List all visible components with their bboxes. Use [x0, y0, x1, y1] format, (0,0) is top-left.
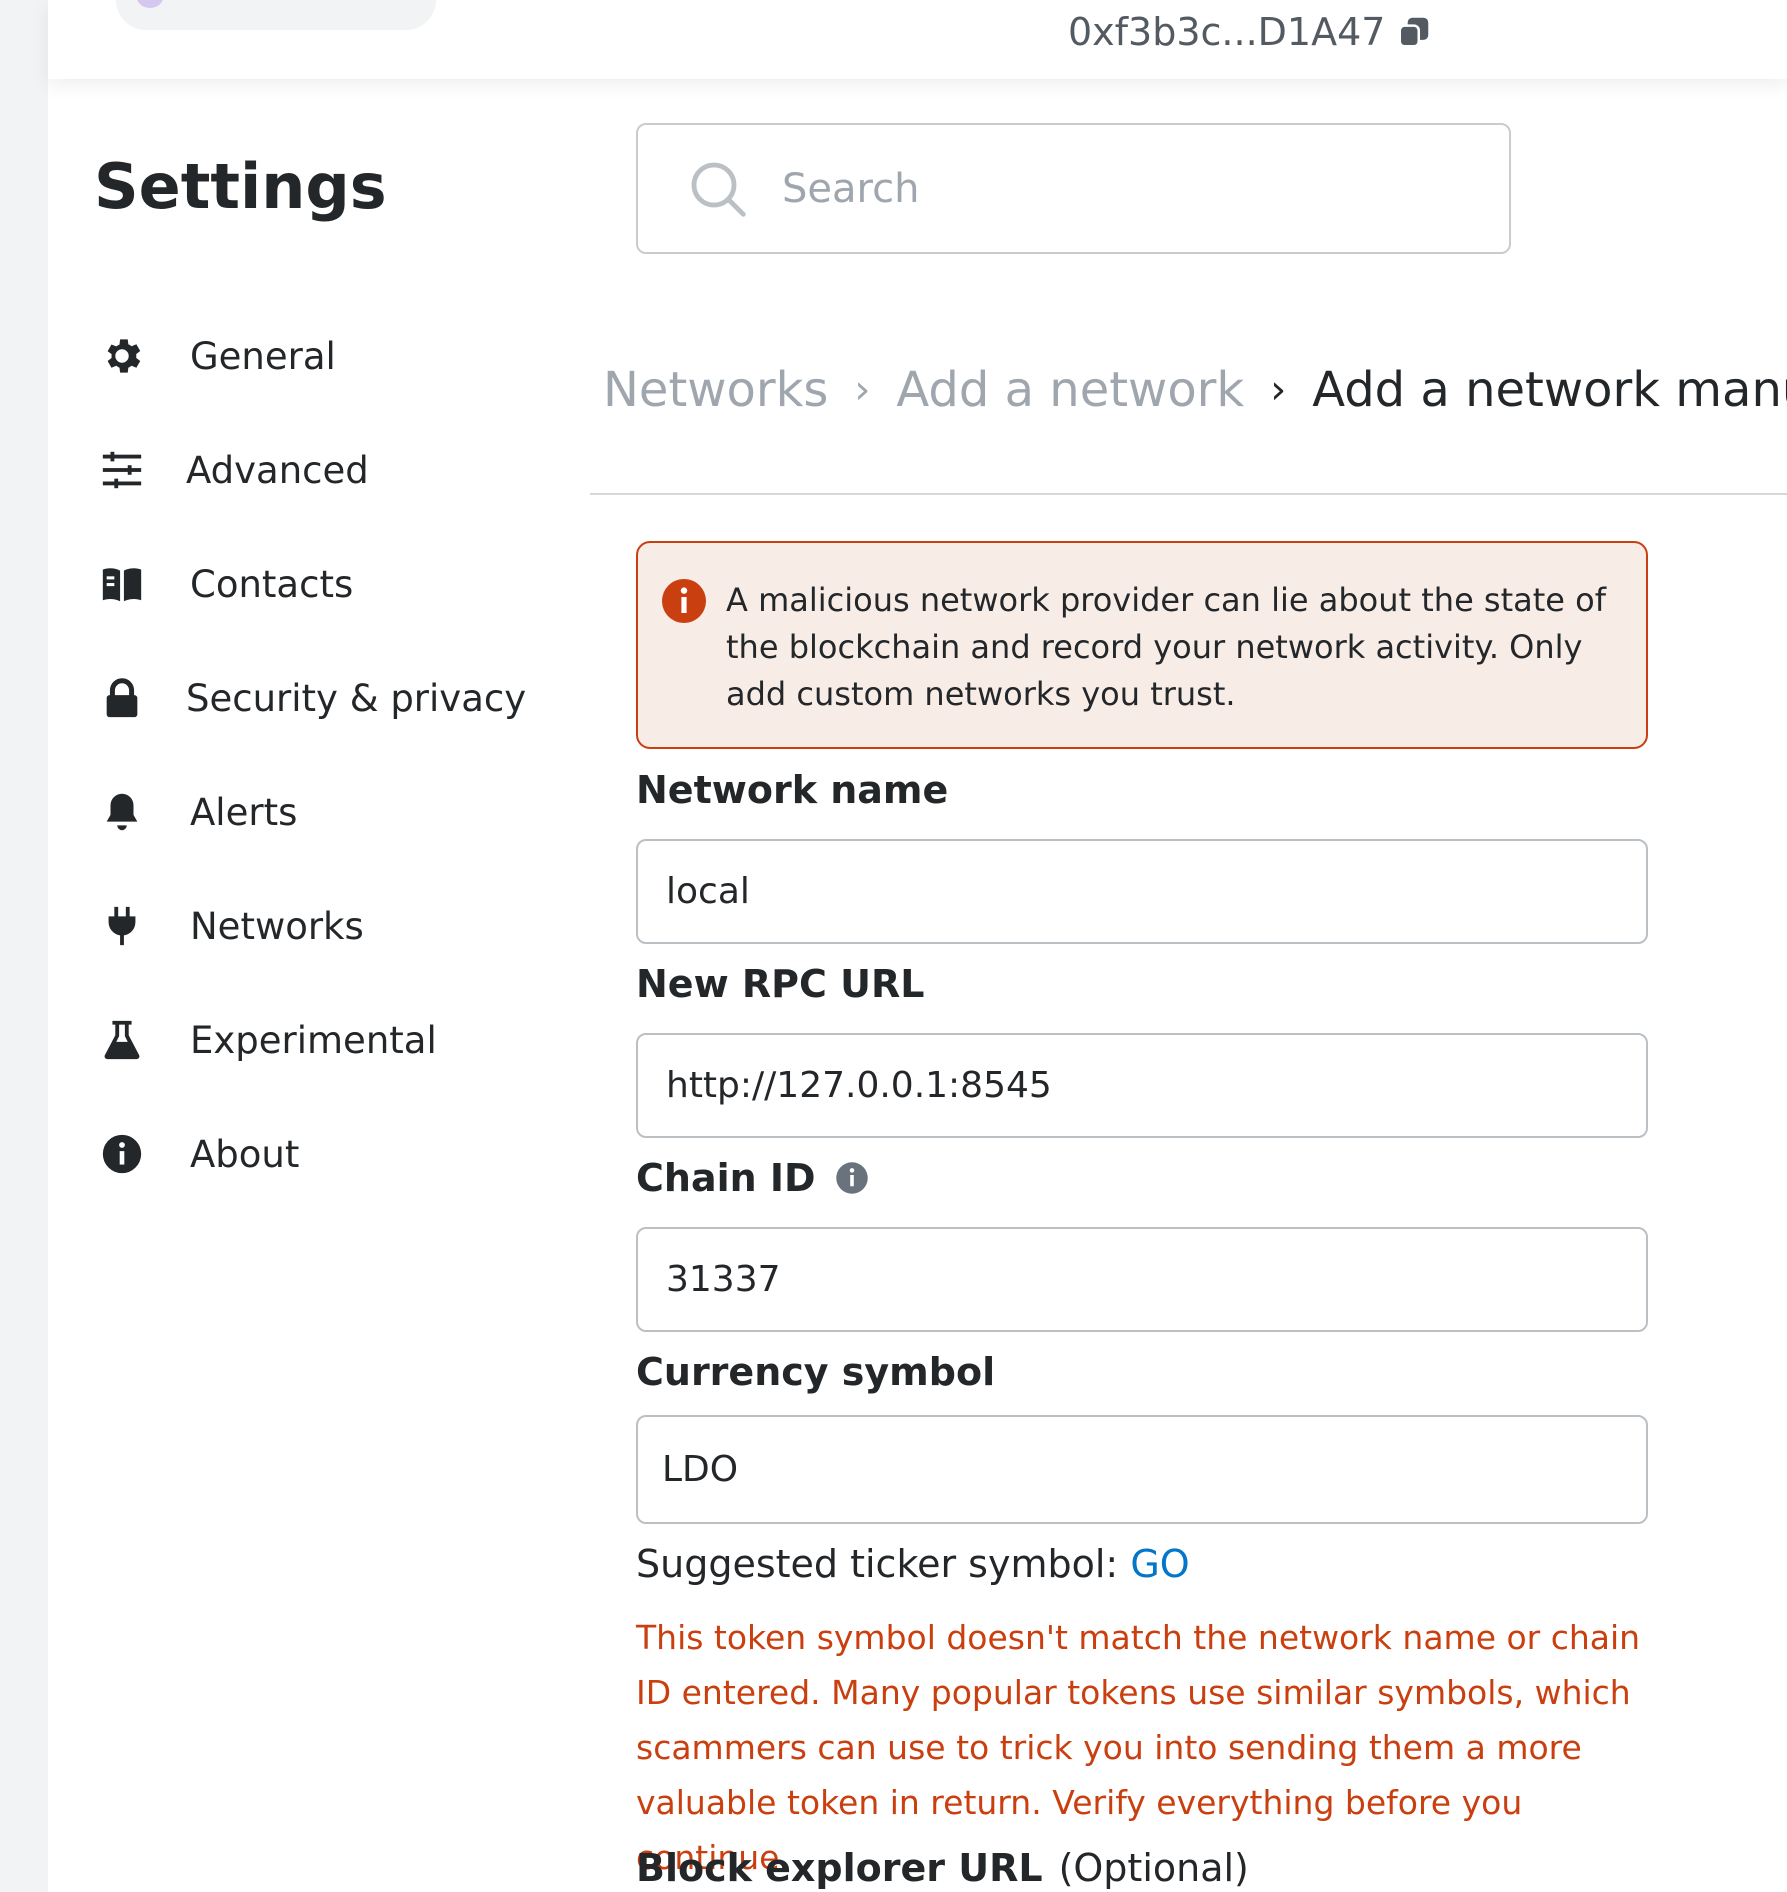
sidebar-item-label: Networks: [190, 904, 364, 948]
sidebar-item-security[interactable]: Security & privacy: [94, 658, 574, 738]
page-title: Settings: [94, 150, 387, 223]
currency-symbol-label: Currency symbol: [636, 1350, 995, 1394]
currency-symbol-field[interactable]: LDO: [636, 1415, 1648, 1524]
currency-symbol-value: LDO: [662, 1449, 739, 1490]
chain-id-field[interactable]: 31337: [636, 1227, 1648, 1332]
sidebar-item-advanced[interactable]: Advanced: [94, 430, 574, 510]
rpc-url-value: http://127.0.0.1:8545: [666, 1065, 1052, 1106]
chain-id-value: 31337: [666, 1259, 781, 1300]
network-name-field[interactable]: local: [636, 839, 1648, 944]
rpc-url-field[interactable]: http://127.0.0.1:8545: [636, 1033, 1648, 1138]
network-warning-banner: A malicious network provider can lie abo…: [636, 541, 1648, 749]
rpc-url-label: New RPC URL: [636, 962, 924, 1006]
bell-icon: [94, 784, 150, 840]
sidebar-item-alerts[interactable]: Alerts: [94, 772, 574, 852]
warning-text: A malicious network provider can lie abo…: [726, 581, 1606, 713]
sidebar-item-label: Contacts: [190, 562, 354, 606]
network-name-value: local: [666, 871, 750, 912]
book-icon: [94, 556, 150, 612]
account-address-text: 0xf3b3c...D1A47: [1068, 10, 1386, 54]
sidebar-item-about[interactable]: About: [94, 1114, 574, 1194]
suggested-ticker-link[interactable]: GO: [1130, 1542, 1189, 1586]
copy-icon[interactable]: [1395, 13, 1433, 51]
suggested-ticker-label: Suggested ticker symbol:: [636, 1542, 1119, 1586]
block-explorer-label-text: Block explorer URL: [636, 1846, 1043, 1890]
info-icon: [94, 1126, 150, 1182]
currency-symbol-label-text: Currency symbol: [636, 1350, 996, 1394]
chain-id-label-text: Chain ID: [636, 1156, 816, 1200]
chevron-right-icon: ›: [854, 367, 871, 413]
gear-icon: [94, 328, 150, 384]
breadcrumb-add-network-link[interactable]: Add a network: [896, 362, 1244, 418]
block-explorer-label: Block explorer URL (Optional): [636, 1846, 1249, 1890]
network-name-label: Network name: [636, 768, 948, 812]
sidebar-item-general[interactable]: General: [94, 316, 574, 396]
flask-icon: [94, 1012, 150, 1068]
symbol-mismatch-warning: This token symbol doesn't match the netw…: [636, 1618, 1641, 1877]
breadcrumb: Networks › Add a network › Add a network…: [603, 362, 1787, 418]
settings-search[interactable]: [636, 123, 1511, 254]
plug-icon: [94, 898, 150, 954]
top-bar: 0xf3b3c...D1A47: [48, 0, 1787, 79]
sidebar-item-label: Security & privacy: [186, 676, 527, 720]
sliders-icon: [94, 442, 150, 498]
breadcrumb-current: Add a network manually: [1312, 362, 1787, 418]
chain-id-label: Chain ID: [636, 1156, 870, 1200]
chain-id-info-icon[interactable]: [834, 1160, 870, 1196]
rpc-url-label-text: New RPC URL: [636, 962, 925, 1006]
sidebar-item-label: General: [190, 334, 336, 378]
lock-icon: [94, 670, 150, 726]
optional-hint: (Optional): [1058, 1846, 1249, 1890]
settings-page: 0xf3b3c...D1A47 Settings General Advance…: [48, 0, 1787, 1892]
sidebar-item-label: Experimental: [190, 1018, 437, 1062]
divider: [590, 493, 1787, 495]
sidebar-item-label: About: [190, 1132, 300, 1176]
search-input[interactable]: [782, 165, 1462, 212]
sidebar-item-networks[interactable]: Networks: [94, 886, 574, 966]
sidebar-item-label: Alerts: [190, 790, 298, 834]
suggested-ticker: Suggested ticker symbol: GO: [636, 1542, 1190, 1586]
sidebar-item-label: Advanced: [186, 448, 369, 492]
chevron-right-icon: ›: [1270, 367, 1287, 413]
account-address[interactable]: 0xf3b3c...D1A47: [1068, 10, 1433, 54]
breadcrumb-networks-link[interactable]: Networks: [603, 362, 828, 418]
warning-info-icon: [662, 579, 706, 623]
search-icon: [691, 162, 746, 217]
sidebar-item-contacts[interactable]: Contacts: [94, 544, 574, 624]
account-menu-button[interactable]: [116, 0, 436, 30]
network-name-label-text: Network name: [636, 768, 949, 812]
sidebar-item-experimental[interactable]: Experimental: [94, 1000, 574, 1080]
